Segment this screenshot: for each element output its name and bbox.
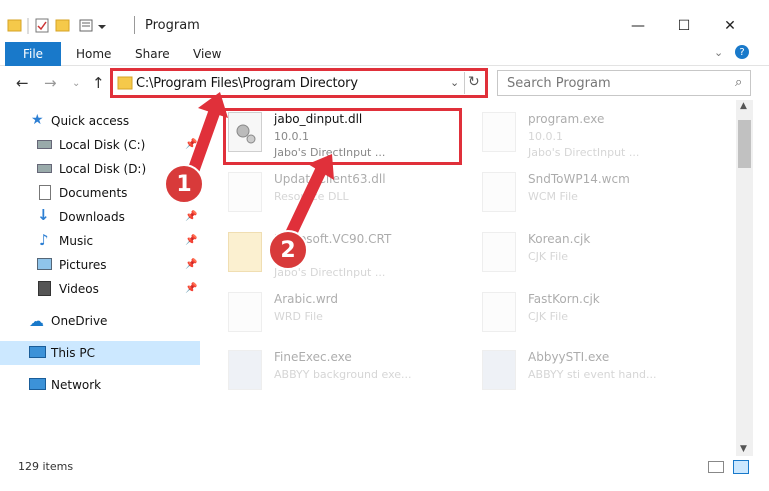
customize-dropdown-icon[interactable] (98, 25, 106, 29)
file-type: CJK File (528, 250, 569, 263)
file-name: FastKorn.cjk (528, 292, 600, 306)
downloads-icon: ↓ (37, 206, 50, 224)
properties-icon[interactable] (35, 18, 49, 33)
file-item-fastkorn-cjk[interactable]: FastKorn.cjk CJK File (482, 292, 722, 342)
details-view-icon[interactable] (708, 461, 724, 473)
file-name: Korean.cjk (528, 232, 591, 246)
title-separator (134, 16, 135, 34)
pin-icon[interactable]: 📌 (185, 283, 197, 294)
ribbon-expand-icon[interactable]: ⌄ (714, 46, 723, 59)
file-item-program-exe[interactable]: program.exe 10.0.1 Jabo's DirectInput ..… (482, 112, 722, 162)
close-button[interactable]: ✕ (707, 12, 753, 40)
file-description: Jabo's DirectInput ... (528, 146, 640, 159)
file-type: CJK File (528, 310, 569, 323)
tab-file[interactable]: File (5, 42, 61, 66)
new-folder-icon[interactable] (55, 19, 70, 32)
window-title: Program (145, 18, 200, 33)
large-icons-view-icon[interactable] (733, 460, 749, 474)
status-bar (0, 458, 769, 478)
file-item-fineexec[interactable]: FineExec.exe ABBYY background exe... (228, 350, 468, 400)
file-icon (228, 292, 262, 332)
maximize-button[interactable]: ☐ (661, 12, 707, 40)
exe-icon (482, 112, 516, 152)
file-description: ABBYY sti event hand... (528, 368, 657, 381)
videos-icon (38, 281, 51, 296)
help-icon[interactable]: ? (735, 45, 749, 59)
file-item-arabic-wrd[interactable]: Arabic.wrd WRD File (228, 292, 468, 342)
quick-access-toolbar (7, 18, 106, 34)
step-2-badge: 2 (268, 230, 308, 270)
recent-locations-icon[interactable]: ⌄ (72, 78, 80, 89)
ribbon (0, 42, 769, 66)
file-type: WRD File (274, 310, 323, 323)
pictures-icon (37, 258, 52, 270)
music-icon: ♪ (39, 231, 49, 249)
file-name: program.exe (528, 112, 605, 126)
scroll-up-icon[interactable]: ▲ (740, 101, 747, 111)
file-version: 10.0.1 (528, 130, 563, 143)
back-icon[interactable]: ← (16, 74, 29, 92)
step-1-badge: 1 (164, 164, 204, 204)
file-item-sndtowp[interactable]: SndToWP14.wcm WCM File (482, 172, 722, 222)
file-name: FineExec.exe (274, 350, 352, 364)
sidebar-item-this-pc[interactable]: This PC (0, 341, 200, 365)
file-item-korean-cjk[interactable]: Korean.cjk CJK File (482, 232, 722, 282)
file-name: SndToWP14.wcm (528, 172, 630, 186)
search-icon[interactable]: ⌕ (735, 75, 742, 90)
file-name: AbbyySTI.exe (528, 350, 610, 364)
documents-icon (39, 185, 51, 200)
sidebar-item-videos[interactable]: Videos 📌 (0, 277, 200, 301)
file-description: ABBYY background exe... (274, 368, 412, 381)
sidebar-item-onedrive[interactable]: ☁ OneDrive (0, 309, 200, 333)
file-icon (482, 232, 516, 272)
file-name: Arabic.wrd (274, 292, 339, 306)
layout-icon[interactable] (79, 19, 93, 32)
exe-icon (228, 350, 262, 390)
file-type: WCM File (528, 190, 578, 203)
drive-icon (37, 164, 52, 173)
folder-icon[interactable] (7, 19, 22, 32)
file-icon (482, 292, 516, 332)
tab-view[interactable]: View (193, 47, 221, 61)
network-icon (29, 378, 46, 390)
drive-icon (37, 140, 52, 149)
tab-home[interactable]: Home (76, 47, 111, 61)
star-icon: ★ (31, 112, 44, 128)
computer-icon (29, 346, 46, 358)
tab-share[interactable]: Share (135, 47, 170, 61)
exe-icon (482, 350, 516, 390)
item-count: 129 items (18, 460, 74, 473)
scrollbar-thumb[interactable] (738, 120, 751, 168)
file-item-abbyysti[interactable]: AbbyySTI.exe ABBYY sti event hand... (482, 350, 722, 400)
forward-icon[interactable]: → (44, 74, 57, 92)
file-icon (482, 172, 516, 212)
up-icon[interactable]: ↑ (92, 74, 105, 92)
cloud-icon: ☁ (29, 312, 44, 330)
scroll-down-icon[interactable]: ▼ (740, 444, 747, 454)
sidebar-item-network[interactable]: Network (0, 373, 200, 397)
minimize-button[interactable]: — (615, 12, 661, 40)
search-placeholder[interactable]: Search Program (507, 76, 611, 91)
